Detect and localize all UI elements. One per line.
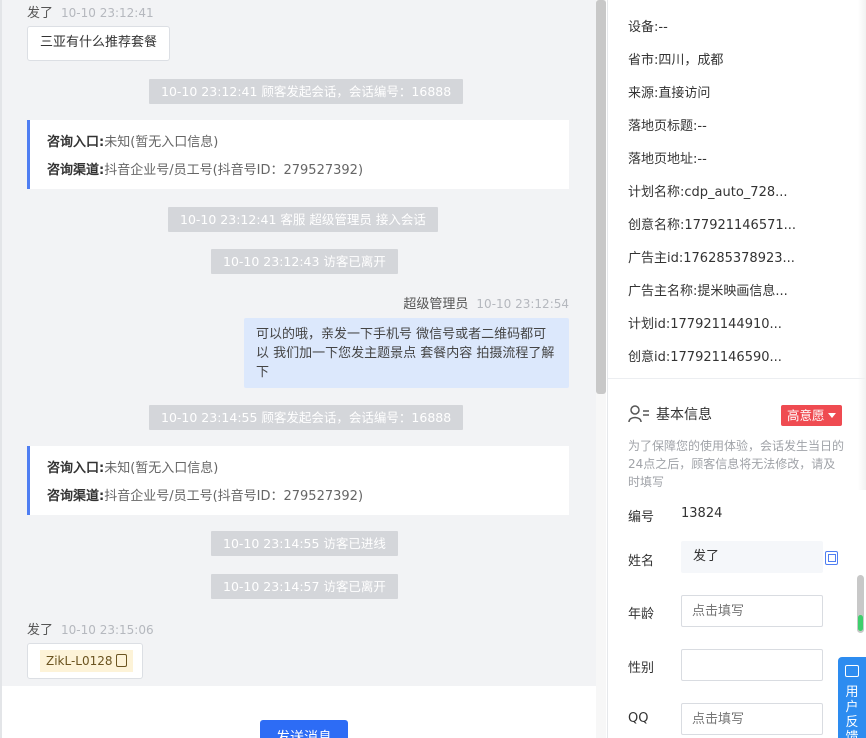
user-icon: [628, 405, 649, 423]
detail-advertiser-id: 广告主id:176285378923...: [628, 247, 795, 266]
contact-tag[interactable]: ZikL-L0128: [40, 650, 133, 672]
id-label: 编号: [628, 510, 655, 525]
chat-scroll-thumb[interactable]: [596, 0, 606, 394]
detail-label: 落地页地址:: [628, 152, 698, 167]
entry-value: 未知(暂无入口信息): [104, 135, 219, 150]
detail-value: 176285378923...: [683, 251, 795, 266]
age-input[interactable]: [681, 595, 823, 627]
system-notice: 10-10 23:14:55 顾客发起会话，会话编号：16888: [149, 405, 464, 430]
detail-value: --: [658, 20, 668, 35]
message-meta: 发了 10-10 23:12:41: [27, 2, 154, 21]
customer-message: ZikL-L0128: [27, 643, 143, 679]
detail-label: 设备:: [628, 20, 659, 35]
gender-select[interactable]: [681, 649, 823, 681]
entry-value: 未知(暂无入口信息): [104, 461, 219, 476]
name-label: 姓名: [628, 554, 655, 569]
detail-label: 广告主id:: [628, 251, 684, 266]
detail-value: 177921146590...: [670, 350, 782, 365]
agent-message: 可以的哦，亲发一下手机号 微信号或者二维码都可以 我们加一下您发主题景点 套餐内…: [244, 318, 569, 388]
send-message-button[interactable]: 发送消息: [260, 720, 348, 738]
message-time: 10-10 23:12:54: [476, 297, 569, 311]
channel-label: 咨询渠道:: [47, 163, 105, 178]
detail-region: 省市:四川，成都: [628, 49, 723, 68]
detail-label: 广告主名称:: [628, 284, 698, 299]
gender-label: 性别: [628, 661, 655, 676]
system-notice: 10-10 23:12:41 客服 超级管理员 接入会话: [168, 207, 438, 232]
message-meta: 超级管理员 10-10 23:12:54: [403, 293, 569, 312]
detail-label: 省市:: [628, 53, 659, 68]
detail-value: --: [697, 152, 707, 167]
edge-shadow: [858, 0, 866, 490]
id-value: 13824: [681, 506, 723, 521]
detail-value: cdp_auto_728...: [684, 185, 788, 200]
copy-icon[interactable]: [825, 551, 838, 565]
message-meta: 发了 10-10 23:15:06: [27, 619, 154, 638]
copy-icon[interactable]: [115, 654, 127, 667]
detail-value: --: [697, 119, 707, 134]
edit-notice: 为了保障您的使用体验，会话发生当日的24点之后，顾客信息将无法修改，请及时填写: [628, 439, 845, 489]
caret-down-icon: [827, 413, 836, 418]
detail-plan-id: 计划id:177921144910...: [628, 313, 782, 332]
sender-name: 发了: [27, 623, 54, 638]
detail-value: 四川，成都: [658, 53, 724, 68]
divider: [608, 378, 866, 379]
consult-info-card: 咨询入口:未知(暂无入口信息) 咨询渠道:抖音企业号/员工号(抖音号ID：279…: [27, 120, 569, 189]
section-title: 基本信息: [656, 407, 712, 423]
entry-label: 咨询入口:: [47, 135, 105, 150]
message-time: 10-10 23:15:06: [61, 623, 154, 637]
qq-input[interactable]: [681, 703, 823, 735]
detail-plan-name: 计划名称:cdp_auto_728...: [628, 181, 788, 200]
tag-text: ZikL-L0128: [46, 654, 113, 668]
detail-label: 创意id:: [628, 350, 671, 365]
detail-landing-url: 落地页地址:--: [628, 148, 707, 167]
chat-icon: [845, 665, 859, 677]
sender-name: 发了: [27, 6, 54, 21]
channel-value: 抖音企业号/员工号(抖音号ID：279527392): [104, 489, 364, 504]
entry-label: 咨询入口:: [47, 461, 105, 476]
detail-value: 177921144910...: [670, 317, 782, 332]
system-notice: 10-10 23:14:55 访客已进线: [211, 531, 398, 556]
channel-value: 抖音企业号/员工号(抖音号ID：279527392): [104, 163, 364, 178]
detail-advertiser-name: 广告主名称:提米映画信息...: [628, 280, 788, 299]
qq-label: QQ: [628, 711, 649, 726]
channel-label: 咨询渠道:: [47, 489, 105, 504]
message-time: 10-10 23:12:41: [61, 6, 154, 20]
detail-creative-name: 创意名称:177921146571...: [628, 214, 796, 233]
detail-landing-title: 落地页标题:--: [628, 115, 707, 134]
system-notice: 10-10 23:12:41 顾客发起会话，会话编号：16888: [149, 79, 464, 104]
system-notice: 10-10 23:14:57 访客已离开: [211, 574, 398, 599]
customer-message: 三亚有什么推荐套餐: [27, 26, 171, 61]
intent-label: 高意愿: [787, 408, 825, 423]
sender-name: 超级管理员: [403, 297, 469, 312]
feedback-label: 用户反馈: [845, 685, 859, 738]
intent-dropdown[interactable]: 高意愿: [781, 405, 842, 426]
user-feedback-button[interactable]: 用户反馈: [838, 657, 866, 738]
detail-label: 来源:: [628, 86, 659, 101]
consult-info-card: 咨询入口:未知(暂无入口信息) 咨询渠道:抖音企业号/员工号(抖音号ID：279…: [27, 446, 569, 515]
basic-info-heading: 基本信息: [628, 404, 712, 424]
detail-label: 创意名称:: [628, 218, 685, 233]
name-field[interactable]: 发了: [681, 541, 823, 573]
divider: [0, 0, 2, 738]
detail-creative-id: 创意id:177921146590...: [628, 346, 782, 365]
scroll-indicator: [858, 615, 863, 631]
detail-value: 直接访问: [658, 86, 711, 101]
detail-device: 设备:--: [628, 16, 668, 35]
detail-label: 计划id:: [628, 317, 671, 332]
chat-history: 发了 10-10 23:12:41 三亚有什么推荐套餐 10-10 23:12:4…: [0, 0, 596, 686]
system-notice: 10-10 23:12:43 访客已离开: [211, 249, 398, 274]
detail-label: 计划名称:: [628, 185, 685, 200]
detail-value: 提米映画信息...: [697, 284, 788, 299]
customer-info-panel: 设备:-- 省市:四川，成都 来源:直接访问 落地页标题:-- 落地页地址:--…: [607, 0, 866, 738]
detail-label: 落地页标题:: [628, 119, 698, 134]
detail-source: 来源:直接访问: [628, 82, 710, 101]
detail-value: 177921146571...: [684, 218, 797, 233]
age-label: 年龄: [628, 607, 655, 622]
